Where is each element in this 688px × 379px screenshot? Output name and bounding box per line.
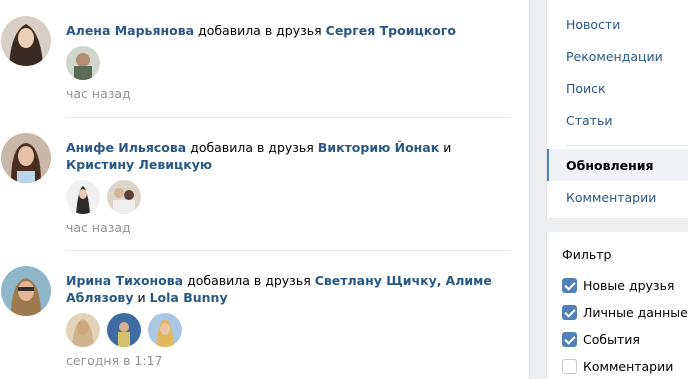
action-text: добавила в друзья bbox=[187, 273, 311, 288]
friend-avatar[interactable] bbox=[66, 180, 100, 214]
filter-option-events[interactable]: События bbox=[562, 331, 640, 347]
filter-option-comments[interactable]: Комментарии bbox=[562, 358, 673, 374]
checkbox-checked-icon[interactable] bbox=[562, 278, 577, 293]
checkbox-checked-icon[interactable] bbox=[562, 332, 577, 347]
friend-thumbs bbox=[66, 46, 514, 80]
friend-avatar[interactable] bbox=[66, 313, 100, 347]
friend-link[interactable]: Сергея Троицкого bbox=[326, 23, 456, 38]
action-text: добавила в друзья bbox=[198, 23, 322, 38]
action-text: добавила в друзья bbox=[190, 140, 314, 155]
actor-link[interactable]: Алена Марьянова bbox=[66, 23, 194, 38]
filter-option-label: Личные данные bbox=[583, 305, 688, 320]
filter-panel: Фильтр Новые друзья Личные данные Событи… bbox=[546, 232, 688, 379]
actor-link[interactable]: Ирина Тихонова bbox=[66, 273, 183, 288]
timestamp[interactable]: сегодня в 1:17 bbox=[66, 353, 514, 368]
filter-option-label: Комментарии bbox=[583, 359, 674, 374]
friend-link[interactable]: Светлану Щичку, bbox=[315, 273, 442, 288]
friend-avatar[interactable] bbox=[66, 46, 100, 80]
menu-item-recommendations[interactable]: Рекомендации bbox=[566, 49, 663, 64]
friend-avatar[interactable] bbox=[106, 313, 141, 347]
menu-item-comments[interactable]: Комментарии bbox=[566, 190, 656, 205]
feed-item-text: Анифе Ильясова добавила в друзья Виктори… bbox=[66, 139, 514, 173]
menu-item-updates[interactable]: Обновления bbox=[547, 149, 688, 181]
avatar[interactable] bbox=[1, 133, 51, 183]
friend-link[interactable]: Lola Bunny bbox=[150, 290, 228, 305]
feed-divider bbox=[66, 250, 511, 251]
friend-thumbs bbox=[66, 180, 514, 214]
conjunction-text: и bbox=[137, 290, 146, 305]
conjunction-text: и bbox=[443, 140, 452, 155]
menu-divider bbox=[566, 145, 688, 146]
feed-divider bbox=[66, 117, 511, 118]
timestamp[interactable]: час назад bbox=[66, 86, 514, 101]
timestamp[interactable]: час назад bbox=[66, 220, 514, 235]
avatar[interactable] bbox=[1, 266, 51, 316]
friend-link[interactable]: Викторию Йонак bbox=[318, 140, 439, 155]
checkbox-unchecked-icon[interactable] bbox=[562, 359, 577, 374]
filter-option-new-friends[interactable]: Новые друзья bbox=[562, 277, 674, 293]
filter-title: Фильтр bbox=[562, 247, 612, 262]
menu-item-news[interactable]: Новости bbox=[566, 17, 620, 32]
filter-option-personal-data[interactable]: Личные данные bbox=[562, 304, 688, 320]
filter-option-label: Новые друзья bbox=[583, 278, 675, 293]
news-feed: Алена Марьянова добавила в друзья Сергея… bbox=[0, 0, 530, 379]
friend-thumbs bbox=[66, 313, 514, 347]
friend-avatar[interactable] bbox=[106, 180, 141, 214]
menu-item-updates-label: Обновления bbox=[566, 158, 654, 173]
friend-link[interactable]: Кристину Левицкую bbox=[66, 157, 212, 172]
avatar[interactable] bbox=[1, 16, 51, 66]
checkbox-checked-icon[interactable] bbox=[562, 305, 577, 320]
feed-item-text: Алена Марьянова добавила в друзья Сергея… bbox=[66, 22, 514, 39]
feed-item-text: Ирина Тихонова добавила в друзья Светлан… bbox=[66, 272, 514, 306]
filter-option-label: События bbox=[583, 332, 640, 347]
side-menu: Новости Рекомендации Поиск Статьи Обновл… bbox=[546, 0, 688, 218]
menu-item-search[interactable]: Поиск bbox=[566, 81, 606, 96]
actor-link[interactable]: Анифе Ильясова bbox=[66, 140, 186, 155]
friend-avatar[interactable] bbox=[147, 313, 182, 347]
menu-item-articles[interactable]: Статьи bbox=[566, 113, 612, 128]
